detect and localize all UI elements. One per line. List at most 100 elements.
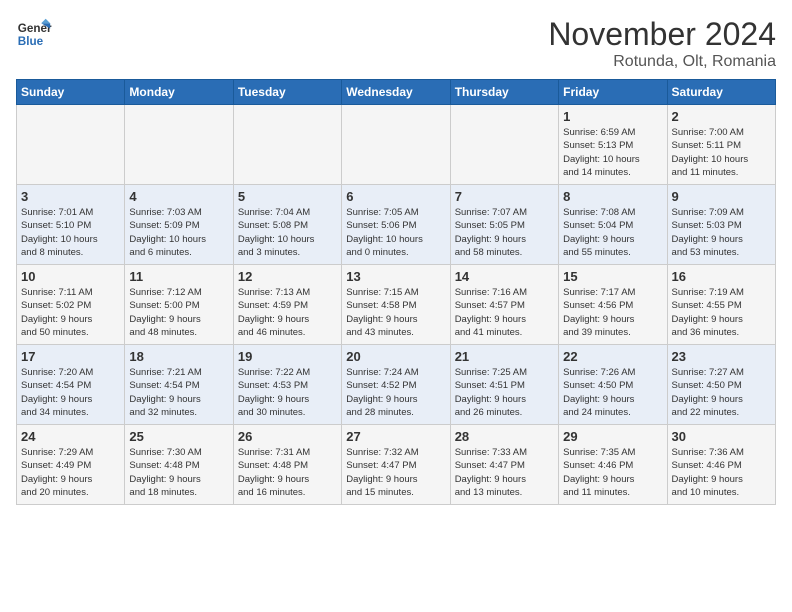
day-info: Sunrise: 7:08 AM Sunset: 5:04 PM Dayligh… (563, 206, 662, 259)
day-number: 6 (346, 189, 445, 204)
calendar-cell (450, 105, 558, 185)
day-number: 1 (563, 109, 662, 124)
day-number: 7 (455, 189, 554, 204)
calendar-cell: 23 Sunrise: 7:27 AM Sunset: 4:50 PM Dayli… (667, 345, 775, 425)
day-number: 14 (455, 269, 554, 284)
day-info: Sunrise: 7:24 AM Sunset: 4:52 PM Dayligh… (346, 366, 445, 419)
day-number: 10 (21, 269, 120, 284)
calendar-cell: 16Sunrise: 7:19 AM Sunset: 4:55 PM Dayli… (667, 265, 775, 345)
calendar-cell: 6 Sunrise: 7:05 AM Sunset: 5:06 PM Daylig… (342, 185, 450, 265)
calendar-cell: 5 Sunrise: 7:04 AM Sunset: 5:08 PM Daylig… (233, 185, 341, 265)
day-info: Sunrise: 7:15 AM Sunset: 4:58 PM Dayligh… (346, 286, 445, 339)
day-number: 13 (346, 269, 445, 284)
day-info: Sunrise: 7:17 AM Sunset: 4:56 PM Dayligh… (563, 286, 662, 339)
day-number: 4 (129, 189, 228, 204)
calendar-cell (17, 105, 125, 185)
day-info: Sunrise: 7:16 AM Sunset: 4:57 PM Dayligh… (455, 286, 554, 339)
calendar-cell: 10 Sunrise: 7:11 AM Sunset: 5:02 PM Dayli… (17, 265, 125, 345)
calendar-cell: 27 Sunrise: 7:32 AM Sunset: 4:47 PM Dayli… (342, 425, 450, 505)
day-header-monday: Monday (125, 80, 233, 105)
day-info: Sunrise: 7:30 AM Sunset: 4:48 PM Dayligh… (129, 446, 228, 499)
calendar-cell: 29Sunrise: 7:35 AM Sunset: 4:46 PM Dayli… (559, 425, 667, 505)
calendar-week-2: 3 Sunrise: 7:01 AM Sunset: 5:10 PM Daylig… (17, 185, 776, 265)
day-info: Sunrise: 7:07 AM Sunset: 5:05 PM Dayligh… (455, 206, 554, 259)
day-number: 23 (672, 349, 771, 364)
day-info: Sunrise: 7:33 AM Sunset: 4:47 PM Dayligh… (455, 446, 554, 499)
day-header-sunday: Sunday (17, 80, 125, 105)
day-info: Sunrise: 7:25 AM Sunset: 4:51 PM Dayligh… (455, 366, 554, 419)
day-info: Sunrise: 7:29 AM Sunset: 4:49 PM Dayligh… (21, 446, 120, 499)
day-info: Sunrise: 7:13 AM Sunset: 4:59 PM Dayligh… (238, 286, 337, 339)
calendar-cell (342, 105, 450, 185)
calendar-cell (233, 105, 341, 185)
month-title: November 2024 (548, 16, 776, 53)
calendar-header-row: SundayMondayTuesdayWednesdayThursdayFrid… (17, 80, 776, 105)
day-info: Sunrise: 7:01 AM Sunset: 5:10 PM Dayligh… (21, 206, 120, 259)
day-number: 5 (238, 189, 337, 204)
day-number: 20 (346, 349, 445, 364)
calendar-cell: 30 Sunrise: 7:36 AM Sunset: 4:46 PM Dayli… (667, 425, 775, 505)
calendar-week-4: 17Sunrise: 7:20 AM Sunset: 4:54 PM Dayli… (17, 345, 776, 425)
calendar-week-5: 24 Sunrise: 7:29 AM Sunset: 4:49 PM Dayli… (17, 425, 776, 505)
day-header-wednesday: Wednesday (342, 80, 450, 105)
calendar-cell: 4Sunrise: 7:03 AM Sunset: 5:09 PM Daylig… (125, 185, 233, 265)
day-info: Sunrise: 7:11 AM Sunset: 5:02 PM Dayligh… (21, 286, 120, 339)
day-number: 22 (563, 349, 662, 364)
day-info: Sunrise: 7:05 AM Sunset: 5:06 PM Dayligh… (346, 206, 445, 259)
day-info: Sunrise: 7:27 AM Sunset: 4:50 PM Dayligh… (672, 366, 771, 419)
day-info: Sunrise: 7:12 AM Sunset: 5:00 PM Dayligh… (129, 286, 228, 339)
day-header-tuesday: Tuesday (233, 80, 341, 105)
day-header-saturday: Saturday (667, 80, 775, 105)
day-number: 3 (21, 189, 120, 204)
location: Rotunda, Olt, Romania (548, 53, 776, 71)
day-number: 24 (21, 429, 120, 444)
day-number: 30 (672, 429, 771, 444)
day-header-friday: Friday (559, 80, 667, 105)
day-info: Sunrise: 7:26 AM Sunset: 4:50 PM Dayligh… (563, 366, 662, 419)
calendar-cell: 28 Sunrise: 7:33 AM Sunset: 4:47 PM Dayli… (450, 425, 558, 505)
day-number: 11 (129, 269, 228, 284)
calendar-cell: 13 Sunrise: 7:15 AM Sunset: 4:58 PM Dayli… (342, 265, 450, 345)
svg-text:Blue: Blue (18, 35, 44, 48)
day-number: 17 (21, 349, 120, 364)
day-info: Sunrise: 7:36 AM Sunset: 4:46 PM Dayligh… (672, 446, 771, 499)
calendar-cell: 14 Sunrise: 7:16 AM Sunset: 4:57 PM Dayli… (450, 265, 558, 345)
day-number: 16 (672, 269, 771, 284)
calendar-cell (125, 105, 233, 185)
day-info: Sunrise: 7:35 AM Sunset: 4:46 PM Dayligh… (563, 446, 662, 499)
calendar-cell: 18 Sunrise: 7:21 AM Sunset: 4:54 PM Dayli… (125, 345, 233, 425)
day-number: 25 (129, 429, 228, 444)
day-number: 15 (563, 269, 662, 284)
calendar-cell: 12 Sunrise: 7:13 AM Sunset: 4:59 PM Dayli… (233, 265, 341, 345)
day-info: Sunrise: 7:31 AM Sunset: 4:48 PM Dayligh… (238, 446, 337, 499)
calendar-cell: 17Sunrise: 7:20 AM Sunset: 4:54 PM Dayli… (17, 345, 125, 425)
day-info: Sunrise: 7:21 AM Sunset: 4:54 PM Dayligh… (129, 366, 228, 419)
logo: General Blue (16, 16, 52, 52)
calendar-cell: 26 Sunrise: 7:31 AM Sunset: 4:48 PM Dayli… (233, 425, 341, 505)
day-number: 27 (346, 429, 445, 444)
day-number: 19 (238, 349, 337, 364)
calendar-cell: 11 Sunrise: 7:12 AM Sunset: 5:00 PM Dayli… (125, 265, 233, 345)
calendar-cell: 19 Sunrise: 7:22 AM Sunset: 4:53 PM Dayli… (233, 345, 341, 425)
calendar-cell: 22 Sunrise: 7:26 AM Sunset: 4:50 PM Dayli… (559, 345, 667, 425)
day-info: Sunrise: 7:04 AM Sunset: 5:08 PM Dayligh… (238, 206, 337, 259)
day-info: Sunrise: 7:22 AM Sunset: 4:53 PM Dayligh… (238, 366, 337, 419)
calendar-week-3: 10 Sunrise: 7:11 AM Sunset: 5:02 PM Dayli… (17, 265, 776, 345)
day-info: Sunrise: 7:32 AM Sunset: 4:47 PM Dayligh… (346, 446, 445, 499)
day-number: 26 (238, 429, 337, 444)
calendar-cell: 8Sunrise: 7:08 AM Sunset: 5:04 PM Daylig… (559, 185, 667, 265)
day-number: 12 (238, 269, 337, 284)
day-number: 18 (129, 349, 228, 364)
calendar-cell: 3 Sunrise: 7:01 AM Sunset: 5:10 PM Daylig… (17, 185, 125, 265)
day-info: Sunrise: 7:00 AM Sunset: 5:11 PM Dayligh… (672, 126, 771, 179)
page-header: General Blue November 2024 Rotunda, Olt,… (16, 16, 776, 71)
logo-icon: General Blue (16, 16, 52, 52)
day-header-thursday: Thursday (450, 80, 558, 105)
calendar-cell: 24 Sunrise: 7:29 AM Sunset: 4:49 PM Dayli… (17, 425, 125, 505)
day-info: Sunrise: 7:09 AM Sunset: 5:03 PM Dayligh… (672, 206, 771, 259)
calendar-cell: 2Sunrise: 7:00 AM Sunset: 5:11 PM Daylig… (667, 105, 775, 185)
calendar-table: SundayMondayTuesdayWednesdayThursdayFrid… (16, 79, 776, 505)
title-block: November 2024 Rotunda, Olt, Romania (548, 16, 776, 71)
day-number: 28 (455, 429, 554, 444)
calendar-cell: 20 Sunrise: 7:24 AM Sunset: 4:52 PM Dayli… (342, 345, 450, 425)
